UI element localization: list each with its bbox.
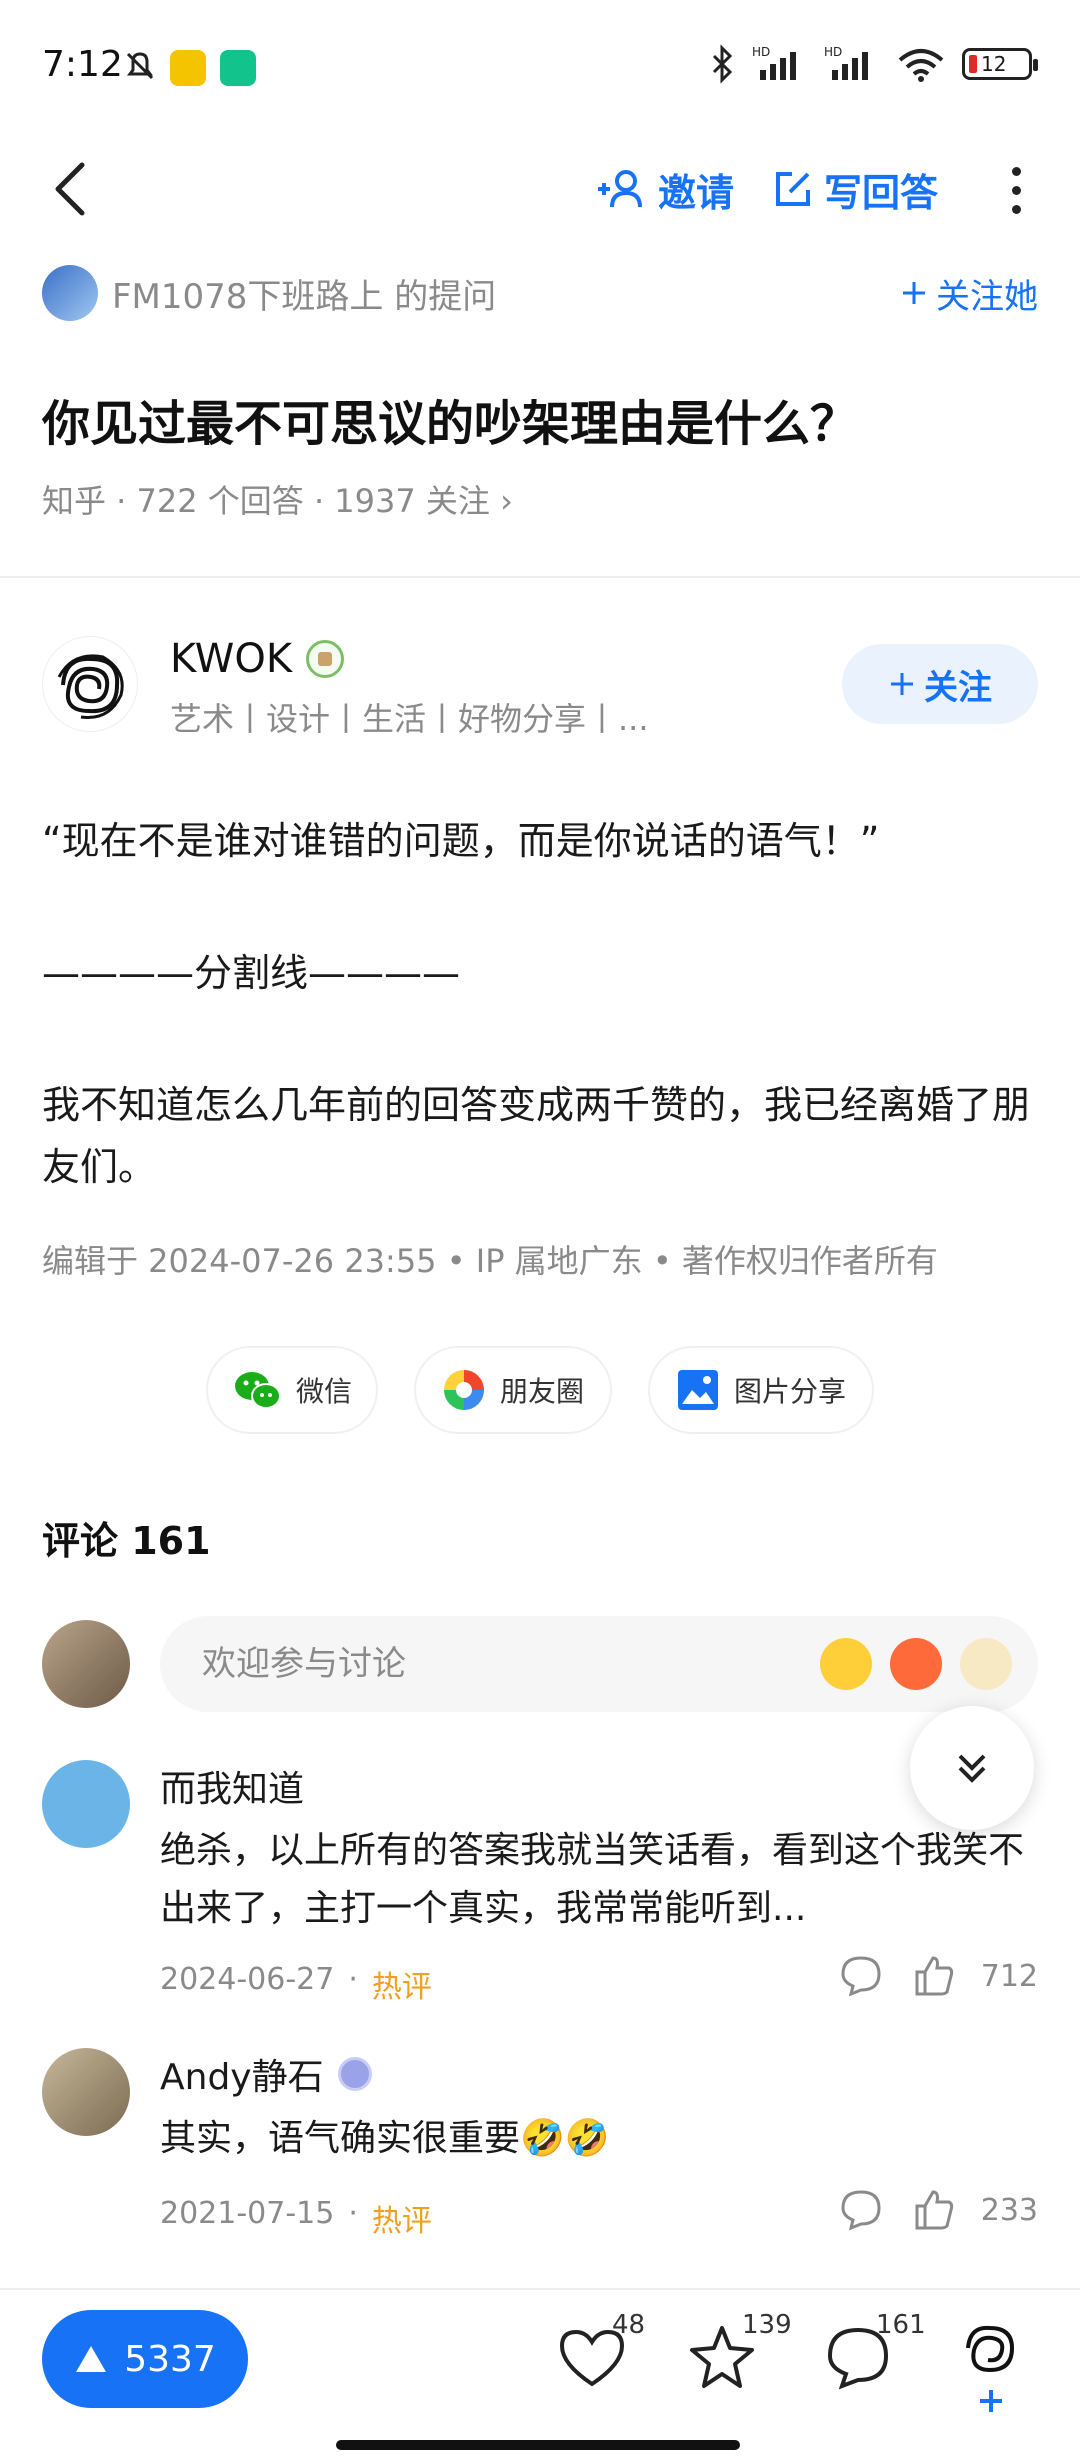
question-meta[interactable]: 知乎 · 722 个回答 · 1937 关注 › [42,476,513,522]
share-wechat-button[interactable]: 微信 [206,1346,378,1434]
triangle-up-icon [76,2346,107,2372]
back-button[interactable] [50,144,110,234]
laugh-cry-emoji-icon[interactable] [820,1638,872,1690]
app-notification-icon [170,50,206,86]
share-image-button[interactable]: 图片分享 [648,1346,874,1434]
favorite-count: 139 [742,2310,792,2340]
more-vertical-icon[interactable] [996,146,1036,234]
plus-icon [891,673,913,695]
write-answer-label: 写回答 [824,170,939,215]
share-moments-button[interactable]: 朋友圈 [414,1346,612,1434]
divider [0,576,1080,578]
commenter-name[interactable]: Andy静石 [160,2048,372,2100]
moments-icon [443,1370,484,1410]
comment-text[interactable]: 其实，语气确实很重要🤣🤣 [160,2110,1038,2168]
svg-text:HD: HD [824,45,842,59]
plus-icon[interactable] [976,2386,1006,2416]
comment-item: Andy静石 其实，语气确实很重要🤣🤣 2021-07-15 · 热评 233 [42,2048,1038,2248]
follow-author-button[interactable]: 关注 [842,644,1038,724]
back-arrow-icon [55,162,85,216]
comment-input[interactable] [202,1616,762,1712]
share-moments-label: 朋友圈 [499,1375,584,1408]
follow-author-label: 关注 [924,667,992,708]
hot-comment-tag: 热评 [371,1970,432,2005]
asker-avatar[interactable] [42,265,98,321]
commenter-avatar[interactable] [42,2048,130,2136]
like-count: 712 [980,1958,1038,1994]
shield-icon [220,50,256,86]
upvote-button[interactable]: 5337 [42,2310,248,2408]
svg-text:HD: HD [752,45,770,59]
wechat-icon [234,1372,281,1409]
question-asker[interactable]: FM1078下班路上 的提问 关注她 [42,258,1038,328]
comment-item: 而我知道 绝杀，以上所有的答案我就当笑话看，看到这个我笑不出来了，主打一个真实，… [42,1760,1038,2010]
answer-paragraph: 我不知道怎么几年前的回答变成两千赞的，我已经离婚了朋友们。 [42,1083,1031,1189]
signal-hd-icon: HD [824,45,868,80]
author-avatar-small[interactable] [954,2312,1028,2386]
home-indicator[interactable] [336,2440,740,2450]
upvote-count: 5337 [124,2338,216,2380]
image-icon [677,1370,718,1410]
comment-input-box[interactable] [160,1616,1038,1712]
share-image-label: 图片分享 [733,1375,846,1408]
like-count: 233 [980,2192,1038,2228]
author-avatar[interactable] [42,636,138,732]
author-name: KWOK [170,636,293,682]
status-right: HD HD 12 [708,44,1038,84]
battery-level: 12 [981,52,1007,76]
creator-badge-icon [306,640,345,678]
comment-date: 2024-06-27 [160,1962,335,1997]
comment-actions: 233 [837,2186,1038,2234]
answer-divider-text: ————分割线———— [42,951,461,995]
comment-text[interactable]: 绝杀，以上所有的答案我就当笑话看，看到这个我笑不出来了，主打一个真实，我常常能听… [160,1822,1038,1938]
comment-meta: 2021-07-15 · 热评 [160,2196,432,2239]
comment-actions: 712 [837,1952,1038,2000]
bottom-action-bar: 5337 48 139 161 [0,2288,1080,2460]
comment-input-row [42,1616,1038,1712]
follow-asker-button[interactable]: 关注她 [900,269,1038,318]
comment-date: 2021-07-15 [160,2196,335,2231]
asker-name: FM1078下班路上 的提问 [112,276,497,317]
edit-icon [776,172,810,206]
share-row: 微信 朋友圈 图片分享 [0,1346,1080,1436]
write-answer-button[interactable]: 写回答 [772,154,938,224]
hot-comment-tag: 热评 [371,2204,432,2239]
answer-paragraph: “现在不是谁对谁错的问题，而是你说话的语气！” [42,819,880,863]
top-nav: 邀请 写回答 [0,134,1080,244]
comment-count: 161 [876,2310,926,2340]
battery-icon: 12 [962,48,1038,80]
level-badge-icon [337,2057,372,2091]
invite-label: 邀请 [658,170,735,215]
comment-meta: 2024-06-27 · 热评 [160,1962,432,2005]
signal-hd-icon: HD [752,45,796,80]
comments-title: 评论 161 [42,1519,211,1563]
author-tags: 艺术丨设计丨生活丨好物分享丨... [170,700,649,738]
bluetooth-icon [712,44,733,84]
answer-edited-info: 编辑于 2024-07-26 23:55 • IP 属地广东 • 著作权归作者所… [42,1242,938,1280]
angry-emoji-icon[interactable] [890,1638,942,1690]
invite-button[interactable]: 邀请 [596,154,734,224]
bell-off-icon [120,46,160,90]
status-bar: 7:12 HD HD 12 [0,0,1080,134]
answer-author: KWOK 艺术丨设计丨生活丨好物分享丨... 关注 [42,630,1038,740]
commenter-avatar[interactable] [42,1760,130,1848]
my-avatar[interactable] [42,1620,130,1708]
wifi-icon [898,49,944,82]
reply-icon[interactable] [837,1952,885,2000]
status-time: 7:12 [42,44,123,85]
plus-icon [903,282,925,304]
question-title[interactable]: 你见过最不可思议的吵架理由是什么？ [42,384,858,454]
share-wechat-label: 微信 [295,1375,352,1408]
commenter-name[interactable]: 而我知道 [160,1760,304,1812]
like-count: 48 [612,2310,646,2340]
follow-asker-label: 关注她 [936,276,1038,317]
author-name-row[interactable]: KWOK [170,636,345,682]
like-icon[interactable] [909,1952,957,2000]
reply-icon[interactable] [837,2186,885,2234]
like-icon[interactable] [909,2186,957,2234]
thinking-emoji-icon[interactable] [960,1638,1012,1690]
add-person-icon [598,170,642,208]
